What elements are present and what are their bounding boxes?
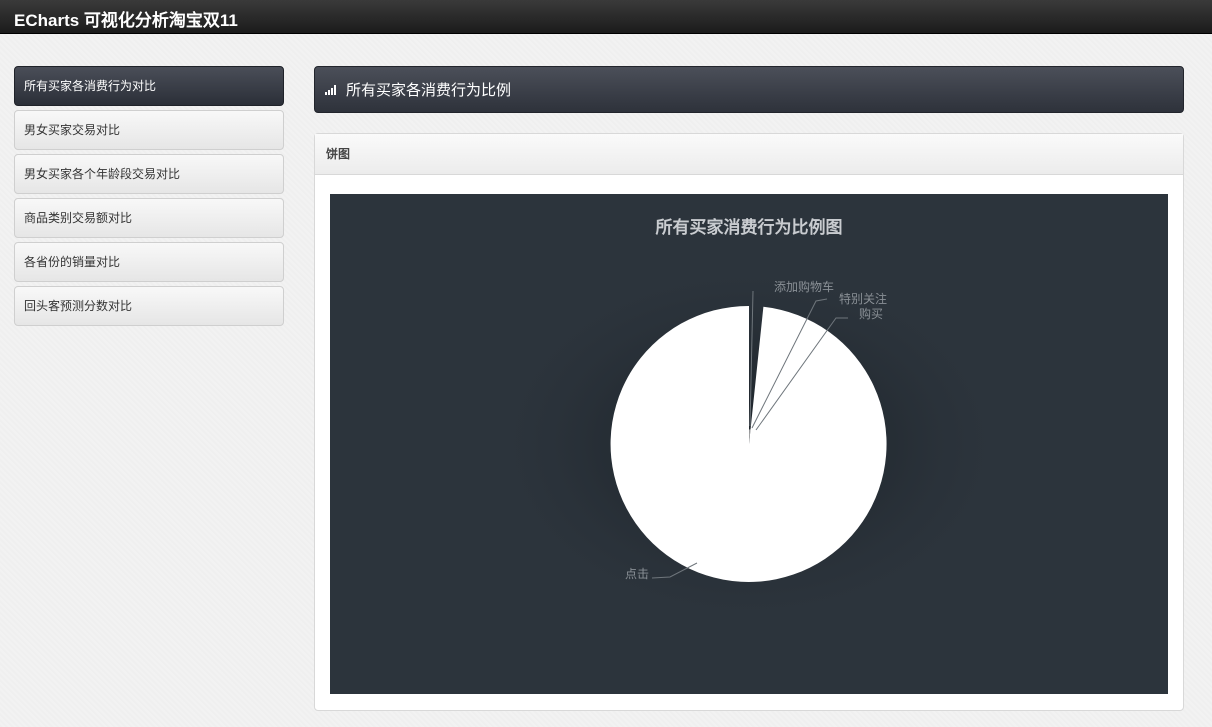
pie-slice-0[interactable] [610,305,887,582]
sidebar-item-repeat-buyer-score[interactable]: 回头客预测分数对比 [14,286,284,326]
panel-title: 饼图 [315,134,1183,175]
pie-chart[interactable]: 所有买家消费行为比例图 点击 添加购物车 特别关注 购买 [330,194,1168,694]
top-navbar: ECharts 可视化分析淘宝双11 [0,0,1212,34]
pie-chart-svg: 所有买家消费行为比例图 点击 添加购物车特别关注购买 [479,217,1019,634]
chart-title: 所有买家消费行为比例图 [656,217,843,238]
sidebar-item-gender-trade[interactable]: 男女买家交易对比 [14,110,284,150]
pie-label-2: 特别关注 [839,291,887,306]
signal-bars-icon [325,84,336,95]
main-content: 所有买家各消费行为比例 饼图 所有买家消费行为比例图 点击 添加购物车 特别关注 购买 [314,66,1184,711]
pie-slices [610,305,887,582]
sidebar-item-buyer-behavior[interactable]: 所有买家各消费行为对比 [14,66,284,106]
page-header: 所有买家各消费行为比例 [314,66,1184,113]
pie-label-0: 点击 [625,567,649,581]
sidebar-item-gender-age-trade[interactable]: 男女买家各个年龄段交易对比 [14,154,284,194]
sidebar-item-category-amount[interactable]: 商品类别交易额对比 [14,198,284,238]
app-title[interactable]: ECharts 可视化分析淘宝双11 [14,6,238,31]
pie-label-1: 添加购物车 [774,279,834,294]
sidebar: 所有买家各消费行为对比 男女买家交易对比 男女买家各个年龄段交易对比 商品类别交… [14,66,284,330]
sidebar-item-province-sales[interactable]: 各省份的销量对比 [14,242,284,282]
page-title: 所有买家各消费行为比例 [346,81,512,99]
pie-label-3: 购买 [859,306,883,321]
